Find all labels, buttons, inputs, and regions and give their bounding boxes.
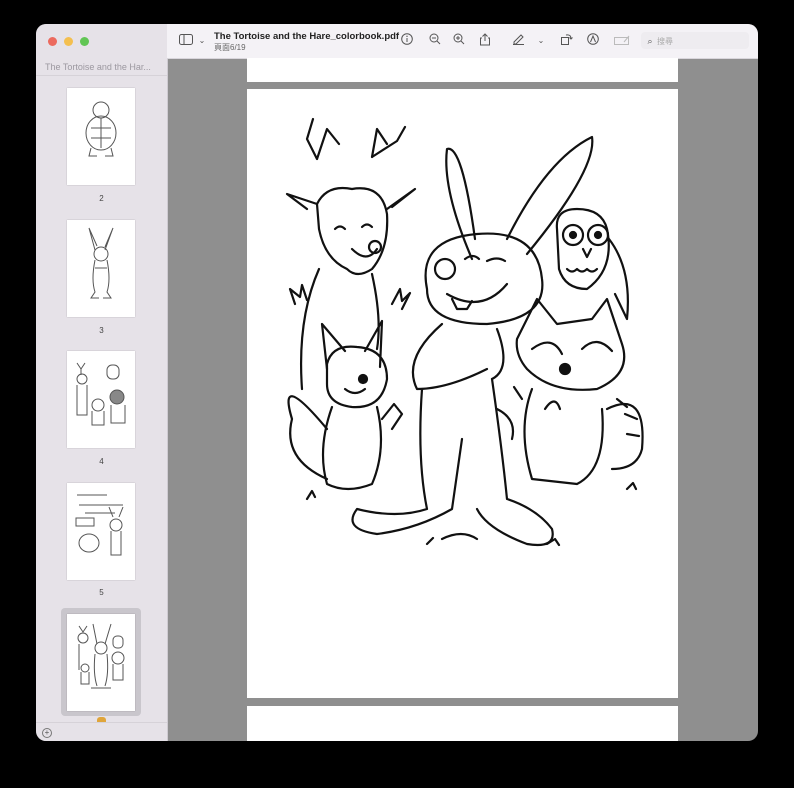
thumbnail-page-3[interactable] bbox=[67, 220, 135, 317]
markup-circle-icon[interactable] bbox=[585, 33, 601, 49]
thumbnail-page-6[interactable] bbox=[67, 614, 135, 711]
animals-thumbnail-image bbox=[76, 362, 126, 426]
current-page bbox=[247, 89, 678, 698]
sidebar-toggle-icon[interactable] bbox=[178, 33, 194, 49]
document-title: The Tortoise and the Hare_colorbook.pdf bbox=[214, 31, 400, 42]
tortoise-thumbnail-image bbox=[85, 101, 117, 157]
animals-group-thumbnail-image bbox=[77, 623, 125, 689]
next-page bbox=[247, 706, 678, 741]
zoom-in-icon[interactable] bbox=[451, 33, 467, 49]
title-page-thumbnail-image bbox=[75, 494, 124, 556]
zoom-button[interactable] bbox=[80, 37, 89, 46]
previous-page bbox=[247, 58, 678, 82]
sidebar-footer: + bbox=[36, 722, 167, 741]
thumbnail-label: 4 bbox=[99, 457, 104, 466]
close-button[interactable] bbox=[48, 37, 57, 46]
form-fill-icon[interactable] bbox=[614, 33, 630, 49]
toolbar: ⌄ The Tortoise and the Hare_colorbook.pd… bbox=[167, 24, 758, 59]
thumbnail-page-2[interactable] bbox=[67, 88, 135, 185]
search-placeholder: 搜尋 bbox=[657, 37, 673, 46]
search-input[interactable]: ⌕ 搜尋 bbox=[641, 32, 749, 49]
sidebar-title: The Tortoise and the Har... bbox=[45, 62, 151, 72]
page-indicator: 頁面6/19 bbox=[214, 43, 246, 52]
thumbnail-label: 5 bbox=[99, 588, 104, 597]
info-icon[interactable] bbox=[399, 33, 415, 49]
markup-pen-icon[interactable] bbox=[510, 33, 526, 49]
zoom-out-icon[interactable] bbox=[427, 33, 443, 49]
rotate-icon[interactable] bbox=[558, 33, 574, 49]
thumbnail-label: 2 bbox=[99, 194, 104, 203]
preview-window: The Tortoise and the Har... 2 3 4 5 + ⌄ … bbox=[36, 24, 758, 741]
add-icon[interactable]: + bbox=[42, 728, 52, 738]
share-icon[interactable] bbox=[477, 33, 493, 49]
thumbnail-page-4[interactable] bbox=[67, 351, 135, 448]
thumbnail-page-5[interactable] bbox=[67, 483, 135, 580]
chevron-down-icon[interactable]: ⌄ bbox=[533, 33, 549, 49]
divider bbox=[36, 75, 167, 76]
animals-coloring-illustration bbox=[285, 117, 644, 547]
chevron-down-icon[interactable]: ⌄ bbox=[194, 33, 210, 49]
window-controls bbox=[48, 37, 89, 46]
search-icon: ⌕ bbox=[647, 36, 653, 46]
hare-thumbnail-image bbox=[88, 227, 114, 299]
thumbnail-label: 3 bbox=[99, 326, 104, 335]
minimize-button[interactable] bbox=[64, 37, 73, 46]
thumbnail-sidebar: The Tortoise and the Har... 2 3 4 5 + bbox=[36, 24, 168, 741]
